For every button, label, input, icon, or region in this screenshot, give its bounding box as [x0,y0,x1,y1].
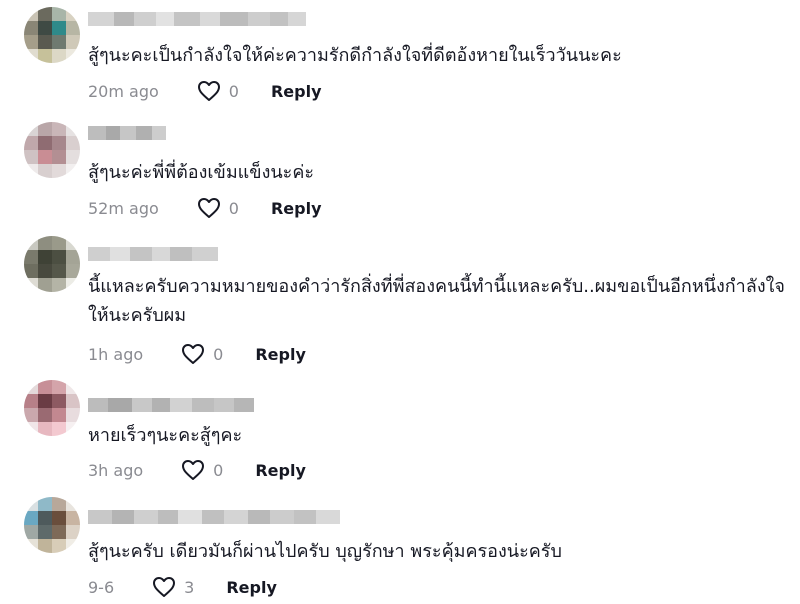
comment-meta: 52m ago 0 Reply [88,196,322,220]
like-count: 0 [213,344,224,364]
like-count: 0 [228,81,239,101]
avatar[interactable] [24,7,80,63]
like-count: 0 [228,198,239,218]
comment-time: 52m ago [88,198,159,218]
like-button[interactable]: 0 [197,197,239,219]
like-button[interactable]: 0 [181,343,223,365]
comment-text: สู้ๆนะคะเป็นกำลังใจให้ค่ะความรักดีกำลังใ… [88,45,622,66]
reply-button[interactable]: Reply [271,199,322,218]
comment-text: หายเร็วๆนะคะสู้ๆคะ [88,425,243,446]
username-blurred[interactable] [88,126,166,140]
heart-outline-icon [197,81,220,101]
reply-button[interactable]: Reply [255,345,306,364]
like-button[interactable]: 0 [181,459,223,481]
like-button[interactable]: 0 [197,80,239,102]
comment-item: สู้ๆนะค่ะพี่พี่ต้องเข้มแข็งนะค่ะ 52m ago… [0,118,800,236]
heart-outline-icon [182,344,205,364]
reply-button[interactable]: Reply [271,82,322,101]
comment-time: 9-6 [88,577,115,597]
comment-text: นี้แหละครับความหมายของคำว่ารักสิ่งที่พี่… [88,276,785,326]
comment-text: สู้ๆนะครับ เดียวมันก็ผ่านไปครับ บุญรักษา… [88,541,562,562]
like-button[interactable]: 3 [152,576,194,598]
username-blurred[interactable] [88,398,254,412]
comment-meta: 20m ago 0 Reply [88,79,322,103]
reply-button[interactable]: Reply [255,461,306,480]
comment-time: 20m ago [88,81,159,101]
heart-outline-icon [197,198,220,218]
comment-meta: 3h ago 0 Reply [88,458,306,482]
comment-text: สู้ๆนะค่ะพี่พี่ต้องเข้มแข็งนะค่ะ [88,162,315,183]
avatar[interactable] [24,380,80,436]
heart-outline-icon [153,577,176,597]
comment-item: นี้แหละครับความหมายของคำว่ารักสิ่งที่พี่… [0,236,800,376]
comment-item: สู้ๆนะครับ เดียวมันก็ผ่านไปครับ บุญรักษา… [0,494,800,604]
heart-outline-icon [182,460,205,480]
username-blurred[interactable] [88,510,340,524]
comment-time: 1h ago [88,344,144,364]
like-count: 0 [213,460,224,480]
avatar[interactable] [24,236,80,292]
comment-item: หายเร็วๆนะคะสู้ๆคะ 3h ago 0 Reply [0,376,800,494]
comment-item: สู้ๆนะคะเป็นกำลังใจให้ค่ะความรักดีกำลังใ… [0,0,800,118]
comment-time: 3h ago [88,460,144,480]
like-count: 3 [184,577,195,597]
username-blurred[interactable] [88,12,306,26]
username-blurred[interactable] [88,247,218,261]
comment-meta: 1h ago 0 Reply [88,342,306,366]
avatar[interactable] [24,122,80,178]
comment-meta: 9-6 3 Reply [88,575,277,599]
avatar[interactable] [24,497,80,553]
reply-button[interactable]: Reply [226,578,277,597]
